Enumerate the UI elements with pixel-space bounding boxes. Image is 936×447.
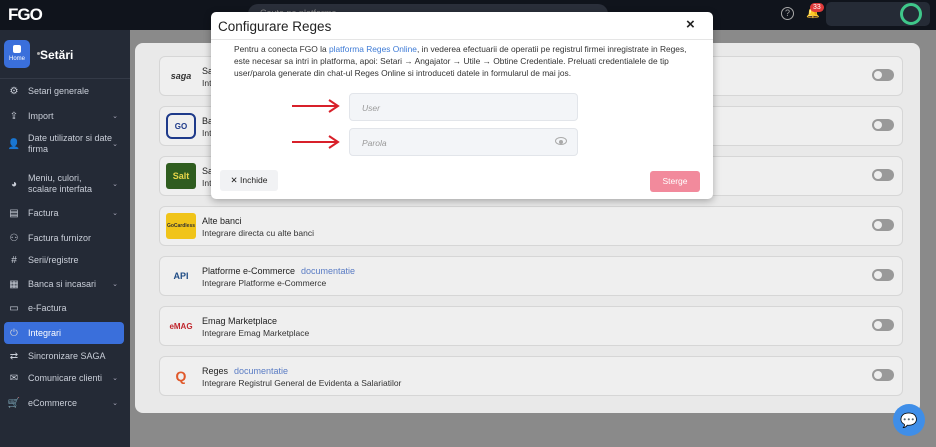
sidebar-item[interactable]: ▤ Factura ⌄ xyxy=(4,205,124,221)
integration-logo: GO xyxy=(166,113,196,139)
chevron-down-icon: ⌄ xyxy=(112,375,118,382)
cart-icon: 🛒 xyxy=(7,397,21,409)
integration-card: GoCardless Alte banci Integrare directa cu… xyxy=(159,206,903,246)
user-icon: 👤 xyxy=(7,138,21,150)
sidebar-item-label: Setari generale xyxy=(28,85,90,96)
sidebar-item-label: eCommerce xyxy=(28,397,78,408)
sidebar-item-label: Integrari xyxy=(28,327,62,338)
integration-title: Platforme e-Commerce documentatie xyxy=(202,266,356,276)
chevron-down-icon: ⌄ xyxy=(112,113,118,120)
integration-logo: Q xyxy=(175,368,187,384)
palette-icon: ◕ xyxy=(10,178,18,190)
help-icon[interactable]: ? xyxy=(781,7,794,20)
documentation-link[interactable]: documentatie xyxy=(301,266,355,276)
sidebar-item[interactable]: ⚙ Setari generale xyxy=(4,83,124,99)
integration-toggle[interactable] xyxy=(872,119,894,131)
sidebar-item-label: Factura xyxy=(28,207,59,218)
sidebar-item[interactable]: 👤 Date utilizator si date firma ⌄ xyxy=(4,130,124,158)
integration-toggle[interactable] xyxy=(872,369,894,381)
sidebar-item-label: Banca si incasari xyxy=(28,278,97,289)
sidebar-item-label: Meniu, culori, scalare interfata xyxy=(28,173,93,194)
password-input[interactable]: Parola xyxy=(349,128,578,156)
integration-title: Alte banci xyxy=(202,216,242,226)
notification-badge: 33 xyxy=(810,3,824,12)
home-button[interactable]: Home xyxy=(4,40,30,68)
document-icon: ▤ xyxy=(9,207,19,219)
chevron-down-icon: ⌄ xyxy=(112,181,118,188)
annotation-arrow-icon xyxy=(292,135,340,149)
modal-title: Configurare Reges xyxy=(218,19,332,34)
sync-icon: ⇄ xyxy=(9,350,19,362)
integration-toggle[interactable] xyxy=(872,69,894,81)
annotation-arrow-icon xyxy=(292,99,340,113)
sidebar-item-label: Date utilizator si date firma xyxy=(28,133,113,154)
integration-toggle[interactable] xyxy=(872,269,894,281)
integration-description: Integrare Platforme e-Commerce xyxy=(202,278,327,288)
integration-toggle[interactable] xyxy=(872,319,894,331)
chevron-down-icon: ⌄ xyxy=(112,141,118,148)
chevron-down-icon: ⌄ xyxy=(112,210,118,217)
sidebar-item[interactable]: 🛒 eCommerce ⌄ xyxy=(4,395,124,411)
integration-logo: GoCardless xyxy=(166,213,196,239)
bank-icon: ▦ xyxy=(9,278,19,290)
mail-icon: ✉ xyxy=(9,372,19,384)
chevron-down-icon: ⌄ xyxy=(112,281,118,288)
integration-toggle[interactable] xyxy=(872,169,894,181)
hash-icon: # xyxy=(11,254,17,266)
delete-button[interactable]: Sterge xyxy=(650,171,700,192)
sidebar-item[interactable]: ▦ Banca si incasari ⌄ xyxy=(4,276,124,292)
sidebar-item[interactable]: ◕ Meniu, culori, scalare interfata ⌄ xyxy=(4,167,124,201)
documentation-link[interactable]: documentatie xyxy=(234,366,288,376)
sidebar-item[interactable]: ⏻ Integrari xyxy=(4,322,124,344)
integration-logo: API xyxy=(173,271,189,281)
integration-title: Reges documentatie xyxy=(202,366,289,376)
integration-card: API Platforme e-Commerce documentatie Integ… xyxy=(159,256,903,296)
close-button[interactable]: ✕ Inchide xyxy=(220,170,278,191)
user-input[interactable]: User xyxy=(349,93,578,121)
sidebar-item-label: Comunicare clienti xyxy=(28,372,103,383)
sidebar-item[interactable]: # Serii/registre xyxy=(4,252,124,268)
sidebar-title: Setări xyxy=(40,48,74,62)
integration-description: Integrare directa cu alte banci xyxy=(202,228,314,238)
reges-online-link[interactable]: platforma Reges Online xyxy=(329,44,417,54)
home-icon xyxy=(13,45,21,53)
fgo-logo[interactable]: FGO xyxy=(8,5,43,25)
reges-config-modal: Configurare Reges × Pentru a conecta FGO… xyxy=(211,12,713,199)
integration-toggle[interactable] xyxy=(872,219,894,231)
sidebar-item-label: Import xyxy=(28,110,54,121)
integration-description: Integrare Emag Marketplace xyxy=(202,328,310,338)
integration-logo: saga xyxy=(170,71,192,81)
sidebar-item[interactable]: ⚇ Factura furnizor xyxy=(4,230,124,246)
sidebar-item-label: e-Factura xyxy=(28,302,67,313)
sidebar-item-label: Factura furnizor xyxy=(28,232,92,243)
sidebar-item[interactable]: ⇪ Import ⌄ xyxy=(4,108,124,124)
efactura-icon: ▭ xyxy=(9,302,19,314)
sidebar-item[interactable]: ▭ e-Factura xyxy=(4,300,124,316)
sidebar-divider xyxy=(0,78,130,79)
integration-logo: eMAG xyxy=(169,321,193,331)
modal-divider xyxy=(211,39,713,40)
integration-title: Emag Marketplace xyxy=(202,316,278,326)
plug-icon: ⏻ xyxy=(10,327,18,339)
sidebar-item-label: Serii/registre xyxy=(28,254,79,265)
integration-card: eMAG Emag Marketplace Integrare Emag Marke… xyxy=(159,306,903,346)
sidebar-item[interactable]: ✉ Comunicare clienti ⌄ xyxy=(4,370,124,386)
modal-instructions: Pentru a conecta FGO la platforma Reges … xyxy=(234,44,687,78)
integration-card: Q Reges documentatie Integrare Registrul Ge… xyxy=(159,356,903,396)
sidebar-item[interactable]: ⇄ Sincronizare SAGA xyxy=(4,348,124,364)
gear-icon: ⚙ xyxy=(9,85,19,97)
close-icon[interactable]: × xyxy=(686,16,695,33)
eye-icon[interactable] xyxy=(555,137,567,145)
status-ring-icon[interactable] xyxy=(900,3,922,25)
chat-support-button[interactable]: 💬 xyxy=(893,404,925,436)
chevron-down-icon: ⌄ xyxy=(112,400,118,407)
upload-icon: ⇪ xyxy=(9,110,19,122)
supplier-icon: ⚇ xyxy=(9,232,19,244)
sidebar: Home Setări ⚙ Setari generale ⇪ Import ⌄ 👤 Dat… xyxy=(0,30,130,447)
integration-logo: Salt xyxy=(166,163,196,189)
integration-description: Integrare Registrul General de Evidenta … xyxy=(202,378,402,388)
sidebar-item-label: Sincronizare SAGA xyxy=(28,350,106,361)
